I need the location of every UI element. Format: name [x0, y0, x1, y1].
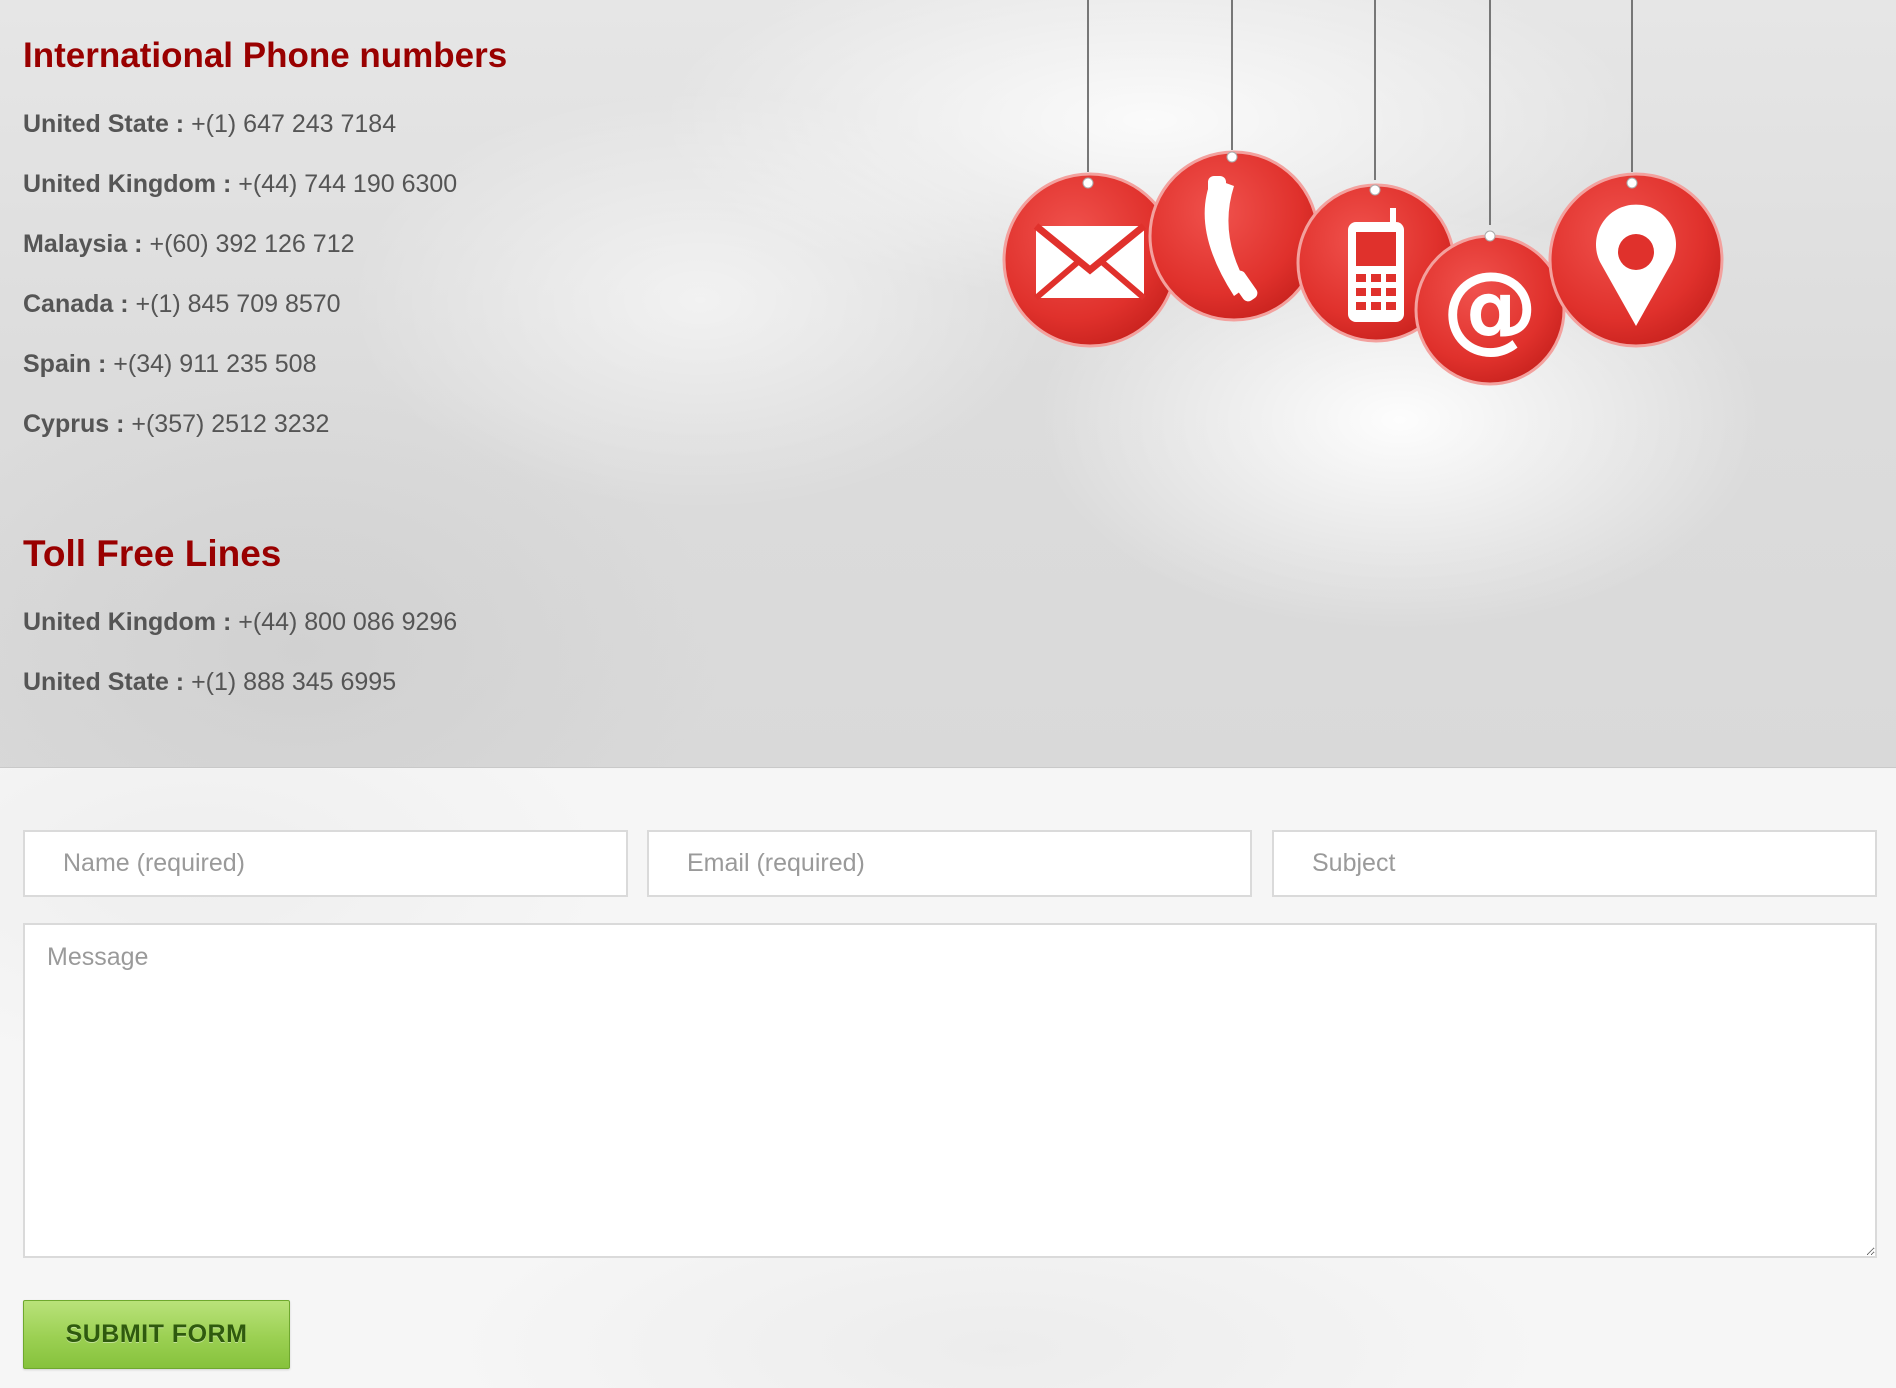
- phone-country: United Kingdom :: [23, 170, 232, 198]
- phone-country: Spain :: [23, 350, 107, 378]
- phone-line: United Kingdom : +(44) 800 086 9296: [23, 592, 923, 652]
- phone-line: Canada : +(1) 845 709 8570: [23, 274, 923, 334]
- phone-line: United State : +(1) 647 243 7184: [23, 94, 923, 154]
- phone-number: +(60) 392 126 712: [149, 230, 355, 258]
- phone-number: +(1) 888 345 6995: [191, 668, 397, 696]
- subject-input[interactable]: [1272, 830, 1877, 897]
- phone-number: +(44) 744 190 6300: [238, 170, 458, 198]
- phone-country: Canada :: [23, 290, 129, 318]
- international-title: International Phone numbers: [23, 36, 508, 75]
- message-textarea[interactable]: [23, 923, 1877, 1258]
- phone-line: Spain : +(34) 911 235 508: [23, 334, 923, 394]
- phone-line: United Kingdom : +(44) 744 190 6300: [23, 154, 923, 214]
- hanging-contact-icons: @: [1002, 0, 1724, 386]
- contact-hero: International Phone numbers United State…: [0, 0, 1896, 768]
- svg-text:@: @: [1442, 251, 1538, 363]
- phone-number: +(357) 2512 3232: [131, 410, 330, 438]
- phone-number: +(1) 647 243 7184: [191, 110, 397, 138]
- phone-number: +(1) 845 709 8570: [135, 290, 341, 318]
- phone-country: United State :: [23, 110, 185, 138]
- email-input[interactable]: [647, 830, 1252, 897]
- envelope-icon: [1002, 172, 1178, 348]
- phone-country: Malaysia :: [23, 230, 143, 258]
- form-input-row: [23, 830, 1877, 897]
- phone-number: +(44) 800 086 9296: [238, 608, 458, 636]
- contact-form: SUBMIT FORM: [0, 769, 1896, 1388]
- submit-form-button[interactable]: SUBMIT FORM: [23, 1300, 290, 1369]
- phone-number: +(34) 911 235 508: [113, 350, 317, 378]
- name-input[interactable]: [23, 830, 628, 897]
- location-pin-icon: [1548, 172, 1724, 348]
- toll-free-title: Toll Free Lines: [23, 533, 282, 574]
- phone-line: Cyprus : +(357) 2512 3232: [23, 394, 923, 454]
- phone-line: United State : +(1) 888 345 6995: [23, 652, 923, 712]
- phone-handset-icon: [1148, 150, 1320, 322]
- contact-info: International Phone numbers United State…: [23, 30, 923, 712]
- phone-country: United Kingdom :: [23, 608, 232, 636]
- phone-country: United State :: [23, 668, 185, 696]
- phone-country: Cyprus :: [23, 410, 125, 438]
- phone-line: Malaysia : +(60) 392 126 712: [23, 214, 923, 274]
